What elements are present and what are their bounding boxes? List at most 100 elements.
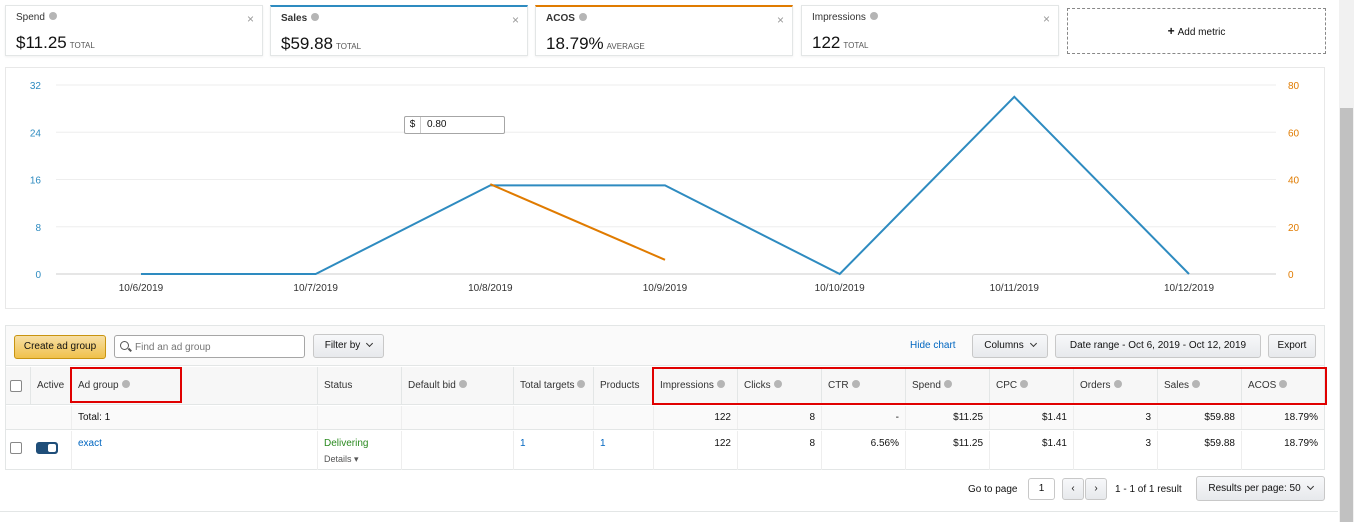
- metric-card-acos[interactable]: ACOS × 18.79% AVERAGE: [535, 5, 793, 56]
- info-icon: [458, 380, 467, 389]
- next-page-button[interactable]: ›: [1085, 478, 1107, 500]
- col-total-targets[interactable]: Total targets: [513, 367, 593, 405]
- total-spend: $11.25: [905, 406, 989, 429]
- empty-cell: [317, 406, 401, 429]
- details-dropdown[interactable]: Details ▾: [324, 454, 395, 465]
- y-right-tick-label: 60: [1288, 128, 1300, 139]
- y-right-tick-label: 0: [1288, 270, 1294, 281]
- x-tick-label: 10/12/2019: [1164, 283, 1214, 294]
- status-cell: Delivering Details ▾: [317, 431, 401, 470]
- chevron-down-icon: [366, 339, 374, 348]
- total-ctr: -: [821, 406, 905, 429]
- hide-chart-link[interactable]: Hide chart: [910, 340, 956, 351]
- metric-value: 18.79% AVERAGE: [546, 34, 645, 53]
- table-toolbar: Create ad group Filter by Hide chart Col…: [6, 326, 1324, 366]
- total-clicks: 8: [737, 406, 821, 429]
- row-ctr: 6.56%: [821, 431, 905, 470]
- y-left-tick-label: 32: [30, 81, 42, 92]
- total-acos: 18.79%: [1241, 406, 1324, 429]
- create-ad-group-button[interactable]: Create ad group: [14, 335, 106, 359]
- metric-value: 122 TOTAL: [812, 33, 869, 52]
- y-right-tick-label: 20: [1288, 223, 1300, 234]
- ad-group-link[interactable]: exact: [71, 431, 317, 470]
- chart-svg: 32 80 24 60 16 40 8 20 0 0 10/6/2019 10/7/2019 10/8/…: [30, 81, 1300, 294]
- y-left-tick-label: 16: [30, 176, 42, 187]
- metric-label: Impressions: [812, 12, 878, 23]
- x-tick-label: 10/6/2019: [119, 283, 164, 294]
- total-label: Total: 1: [71, 406, 317, 429]
- col-default-bid[interactable]: Default bid: [401, 367, 513, 405]
- x-tick-label: 10/11/2019: [990, 283, 1040, 294]
- highlight-metric-headers: [652, 367, 1327, 405]
- col-active[interactable]: Active: [30, 367, 70, 405]
- metric-card-sales[interactable]: Sales × $59.88 TOTAL: [270, 5, 528, 56]
- row-orders: 3: [1073, 431, 1157, 470]
- bid-value: 0.80: [427, 119, 447, 130]
- x-tick-label: 10/7/2019: [293, 283, 338, 294]
- products-link[interactable]: 1: [593, 431, 653, 470]
- metric-card-spend[interactable]: Spend × $11.25 TOTAL: [5, 5, 263, 56]
- columns-button[interactable]: Columns: [972, 334, 1048, 358]
- metric-card-impressions[interactable]: Impressions × 122 TOTAL: [801, 5, 1059, 56]
- search-input[interactable]: [135, 339, 300, 355]
- y-right-tick-label: 80: [1288, 81, 1300, 92]
- col-products[interactable]: Products: [593, 367, 653, 405]
- currency-symbol: $: [405, 117, 421, 133]
- chevron-down-icon: [1029, 339, 1037, 348]
- performance-chart: 32 80 24 60 16 40 8 20 0 0 10/6/2019 10/7/2019 10/8/…: [5, 67, 1325, 309]
- y-left-tick-label: 8: [35, 223, 41, 234]
- row-cpc: $1.41: [989, 431, 1073, 470]
- series-line-sales: [141, 95, 1190, 276]
- go-to-page-label: Go to page: [968, 484, 1018, 495]
- close-icon[interactable]: ×: [247, 13, 254, 25]
- metric-value: $11.25 TOTAL: [16, 33, 95, 52]
- chevron-down-icon: [1306, 482, 1314, 491]
- select-all-checkbox[interactable]: [10, 380, 22, 392]
- series-line-acos: [489, 183, 666, 261]
- empty-cell: [513, 406, 593, 429]
- page-number-input[interactable]: 1: [1028, 478, 1055, 500]
- close-icon[interactable]: ×: [777, 14, 784, 26]
- metric-label: Spend: [16, 12, 57, 23]
- table-total-row: Total: 1 122 8 - $11.25 $1.41 3 $59.88 1…: [6, 406, 1324, 430]
- x-tick-label: 10/10/2019: [815, 283, 865, 294]
- filter-by-button[interactable]: Filter by: [313, 334, 384, 358]
- status-text: Delivering: [324, 438, 369, 449]
- metric-label: ACOS: [546, 13, 587, 24]
- total-orders: 3: [1073, 406, 1157, 429]
- total-impressions: 122: [653, 406, 737, 429]
- add-metric-button[interactable]: + Add metric: [1067, 8, 1326, 54]
- metric-label: Sales: [281, 13, 320, 24]
- page-divider: [0, 511, 1338, 512]
- row-acos: 18.79%: [1241, 431, 1324, 470]
- row-clicks: 8: [737, 431, 821, 470]
- scrollbar-thumb[interactable]: [1340, 108, 1353, 522]
- active-toggle[interactable]: [36, 442, 58, 454]
- prev-page-button[interactable]: ‹: [1062, 478, 1084, 500]
- info-icon: [578, 13, 587, 22]
- search-icon: [120, 341, 129, 350]
- row-spend: $11.25: [905, 431, 989, 470]
- y-left-tick-label: 0: [35, 270, 41, 281]
- close-icon[interactable]: ×: [512, 14, 519, 26]
- export-button[interactable]: Export: [1268, 334, 1316, 358]
- col-status[interactable]: Status: [317, 367, 401, 405]
- total-targets-link[interactable]: 1: [513, 431, 593, 470]
- info-icon: [577, 380, 586, 389]
- empty-cell: [593, 406, 653, 429]
- results-count: 1 - 1 of 1 result: [1115, 484, 1182, 495]
- row-checkbox[interactable]: [10, 442, 22, 454]
- results-per-page-dropdown[interactable]: Results per page: 50: [1196, 476, 1325, 501]
- default-bid-input[interactable]: $ 0.80: [404, 116, 505, 134]
- row-impressions: 122: [653, 431, 737, 470]
- info-icon: [869, 12, 878, 21]
- metric-value: $59.88 TOTAL: [281, 34, 362, 53]
- highlight-ad-group-header: [70, 367, 182, 403]
- x-tick-label: 10/8/2019: [468, 283, 513, 294]
- search-box[interactable]: [114, 335, 305, 358]
- date-range-button[interactable]: Date range - Oct 6, 2019 - Oct 12, 2019: [1055, 334, 1261, 358]
- total-cpc: $1.41: [989, 406, 1073, 429]
- plus-icon: +: [1167, 24, 1175, 38]
- close-icon[interactable]: ×: [1043, 13, 1050, 25]
- empty-cell: [401, 406, 513, 429]
